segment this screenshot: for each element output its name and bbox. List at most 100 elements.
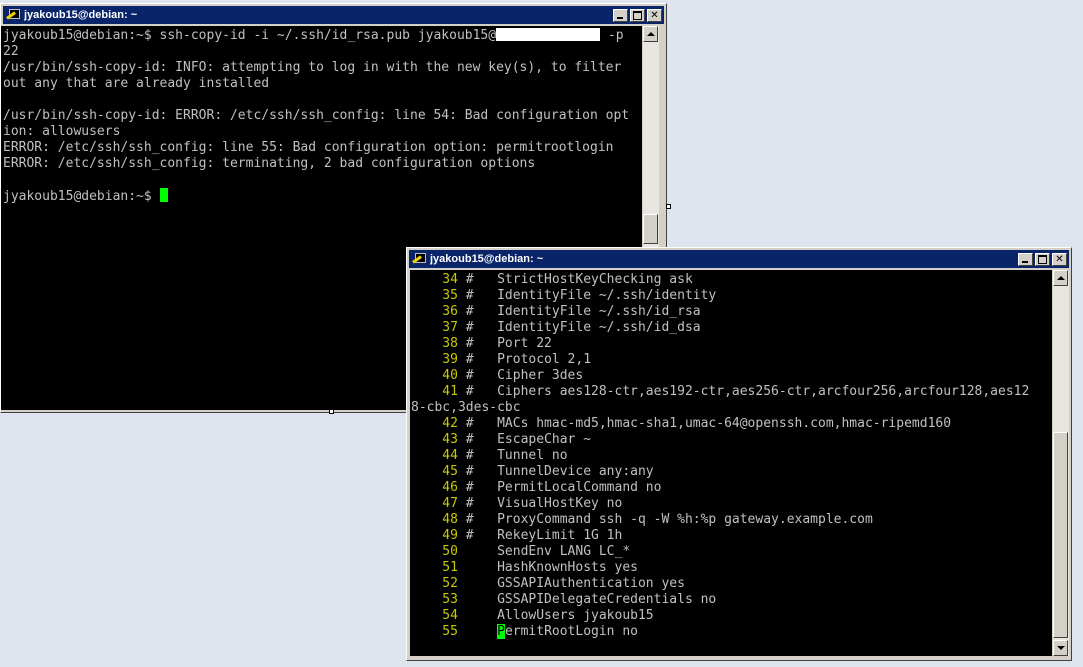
terminal-line: 22 bbox=[3, 44, 642, 60]
config-line: 52 GSSAPIAuthentication yes bbox=[411, 576, 1052, 592]
line-number: 37 bbox=[411, 320, 458, 335]
line-text: # IdentityFile ~/.ssh/id_dsa bbox=[457, 320, 701, 335]
line-text: /usr/bin/ssh-copy-id: ERROR: /etc/ssh/ss… bbox=[3, 108, 630, 123]
line-number: 36 bbox=[411, 304, 458, 319]
putty-icon[interactable] bbox=[6, 8, 20, 22]
line-number: 34 bbox=[411, 272, 458, 287]
config-line: 40 # Cipher 3des bbox=[411, 368, 1052, 384]
text-cursor: P bbox=[497, 624, 505, 639]
line-number: 55 bbox=[411, 624, 458, 639]
resize-handle[interactable] bbox=[329, 409, 334, 414]
close-button[interactable]: ✕ bbox=[647, 8, 662, 22]
config-line: 39 # Protocol 2,1 bbox=[411, 352, 1052, 368]
terminal-line: jyakoub15@debian:~$ bbox=[3, 188, 642, 204]
config-line: 48 # ProxyCommand ssh -q -W %h:%p gatewa… bbox=[411, 512, 1052, 528]
line-text: /usr/bin/ssh-copy-id: INFO: attempting t… bbox=[3, 60, 622, 75]
line-number: 52 bbox=[411, 576, 458, 591]
line-text: # ProxyCommand ssh -q -W %h:%p gateway.e… bbox=[457, 512, 873, 527]
line-text: jyakoub15@debian:~$ bbox=[3, 189, 160, 204]
line-text: # Tunnel no bbox=[457, 448, 568, 463]
minimize-button[interactable] bbox=[613, 8, 628, 22]
terminal-output[interactable]: 34 # StrictHostKeyChecking ask 35 # Iden… bbox=[410, 270, 1052, 656]
line-number: 45 bbox=[411, 464, 458, 479]
line-text: ermitRootLogin no bbox=[504, 624, 638, 639]
terminal-line: /usr/bin/ssh-copy-id: INFO: attempting t… bbox=[3, 60, 642, 76]
line-text: 8-cbc,3des-cbc bbox=[411, 400, 521, 415]
maximize-button[interactable] bbox=[1035, 252, 1050, 266]
scroll-thumb[interactable] bbox=[1053, 432, 1068, 638]
line-text: # Protocol 2,1 bbox=[457, 352, 592, 367]
scroll-down-button[interactable] bbox=[1053, 640, 1068, 656]
config-line: 55 PermitRootLogin no bbox=[411, 624, 1052, 640]
minimize-button[interactable] bbox=[1018, 252, 1033, 266]
terminal-line: ERROR: /etc/ssh/ssh_config: line 55: Bad… bbox=[3, 140, 642, 156]
maximize-button[interactable] bbox=[630, 8, 645, 22]
config-line: 50 SendEnv LANG LC_* bbox=[411, 544, 1052, 560]
config-line: 38 # Port 22 bbox=[411, 336, 1052, 352]
line-text: # TunnelDevice any:any bbox=[457, 464, 654, 479]
resize-handle[interactable] bbox=[666, 204, 671, 209]
config-line: 54 AllowUsers jyakoub15 bbox=[411, 608, 1052, 624]
terminal-line: ERROR: /etc/ssh/ssh_config: terminating,… bbox=[3, 156, 642, 172]
config-line: 36 # IdentityFile ~/.ssh/id_rsa bbox=[411, 304, 1052, 320]
config-line: 35 # IdentityFile ~/.ssh/identity bbox=[411, 288, 1052, 304]
window-title: jyakoub15@debian: ~ bbox=[430, 253, 544, 265]
line-number: 48 bbox=[411, 512, 458, 527]
line-text: AllowUsers jyakoub15 bbox=[457, 608, 654, 623]
config-line: 42 # MACs hmac-md5,hmac-sha1,umac-64@ope… bbox=[411, 416, 1052, 432]
vertical-scrollbar[interactable] bbox=[1052, 270, 1069, 656]
line-text: SendEnv LANG LC_* bbox=[457, 544, 631, 559]
config-line: 41 # Ciphers aes128-ctr,aes192-ctr,aes25… bbox=[411, 384, 1052, 400]
line-number: 43 bbox=[411, 432, 458, 447]
line-number: 47 bbox=[411, 496, 458, 511]
command-text: -p bbox=[600, 28, 624, 43]
line-number: 49 bbox=[411, 528, 458, 543]
terminal-line: ion: allowusers bbox=[3, 124, 642, 140]
line-text: HashKnownHosts yes bbox=[457, 560, 638, 575]
config-line: 34 # StrictHostKeyChecking ask bbox=[411, 272, 1052, 288]
config-line: 8-cbc,3des-cbc bbox=[411, 400, 1052, 416]
close-button[interactable]: ✕ bbox=[1052, 252, 1067, 266]
command-text: jyakoub15@debian:~$ ssh-copy-id -i ~/.ss… bbox=[3, 28, 497, 43]
line-text: # Ciphers aes128-ctr,aes192-ctr,aes256-c… bbox=[457, 384, 1030, 399]
config-line: 43 # EscapeChar ~ bbox=[411, 432, 1052, 448]
line-text: # Cipher 3des bbox=[457, 368, 584, 383]
config-line: 44 # Tunnel no bbox=[411, 448, 1052, 464]
line-number: 44 bbox=[411, 448, 458, 463]
scroll-thumb[interactable] bbox=[643, 214, 658, 244]
line-text: # IdentityFile ~/.ssh/id_rsa bbox=[457, 304, 701, 319]
title-bar[interactable]: jyakoub15@debian: ~ ✕ bbox=[409, 250, 1069, 268]
line-text: ion: allowusers bbox=[3, 124, 121, 139]
line-number: 40 bbox=[411, 368, 458, 383]
scroll-up-button[interactable] bbox=[1053, 270, 1068, 286]
config-line: 46 # PermitLocalCommand no bbox=[411, 480, 1052, 496]
window-title: jyakoub15@debian: ~ bbox=[24, 9, 138, 21]
line-text: # MACs hmac-md5,hmac-sha1,umac-64@openss… bbox=[457, 416, 952, 431]
line-text bbox=[458, 624, 497, 639]
config-line: 37 # IdentityFile ~/.ssh/id_dsa bbox=[411, 320, 1052, 336]
text-cursor bbox=[159, 188, 168, 202]
title-bar[interactable]: jyakoub15@debian: ~ ✕ bbox=[3, 6, 664, 24]
line-number: 42 bbox=[411, 416, 458, 431]
line-text: ERROR: /etc/ssh/ssh_config: line 55: Bad… bbox=[3, 140, 614, 155]
line-text: # VisualHostKey no bbox=[457, 496, 623, 511]
terminal-line: out any that are already installed bbox=[3, 76, 642, 92]
line-text: # PermitLocalCommand no bbox=[457, 480, 662, 495]
line-text: out any that are already installed bbox=[3, 76, 270, 91]
terminal-line: jyakoub15@debian:~$ ssh-copy-id -i ~/.ss… bbox=[3, 28, 642, 44]
line-number: 51 bbox=[411, 560, 458, 575]
line-number: 54 bbox=[411, 608, 458, 623]
line-number: 38 bbox=[411, 336, 458, 351]
putty-icon[interactable] bbox=[412, 252, 426, 266]
line-text: ERROR: /etc/ssh/ssh_config: terminating,… bbox=[3, 156, 536, 171]
line-text: # IdentityFile ~/.ssh/identity bbox=[457, 288, 717, 303]
scroll-up-button[interactable] bbox=[643, 26, 658, 42]
config-line: 47 # VisualHostKey no bbox=[411, 496, 1052, 512]
line-number: 46 bbox=[411, 480, 458, 495]
line-text: # Port 22 bbox=[457, 336, 552, 351]
config-line: 45 # TunnelDevice any:any bbox=[411, 464, 1052, 480]
terminal-window-2[interactable]: jyakoub15@debian: ~ ✕ 34 # StrictHostKey… bbox=[406, 247, 1072, 661]
redacted-host bbox=[496, 28, 601, 41]
